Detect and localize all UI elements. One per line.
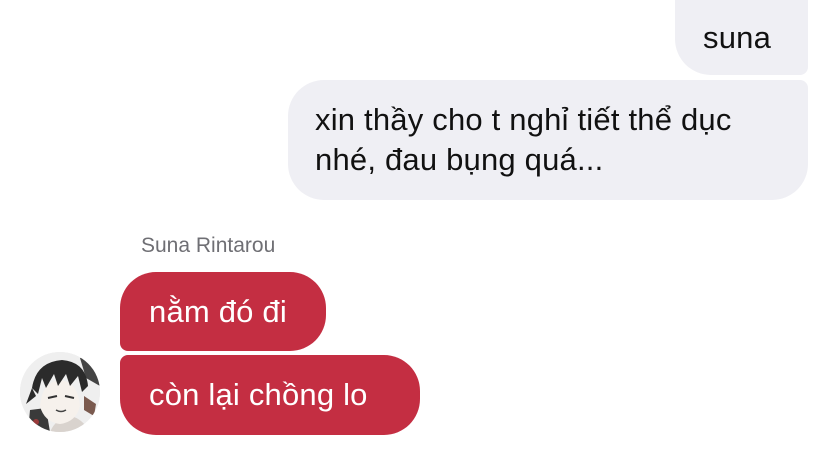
avatar[interactable]: [20, 352, 100, 432]
message-text: còn lại chồng lo: [149, 377, 368, 412]
sender-name: Suna Rintarou: [141, 234, 276, 257]
anime-character-avatar-icon: [20, 352, 100, 432]
message-bubble-incoming[interactable]: nằm đó đi: [120, 272, 326, 351]
chat-thread: suna xin thầy cho t nghỉ tiết thể dục nh…: [0, 0, 828, 455]
message-bubble-outgoing[interactable]: suna: [675, 0, 808, 75]
message-bubble-incoming[interactable]: còn lại chồng lo: [120, 355, 420, 435]
message-text: suna: [703, 20, 772, 55]
message-bubble-outgoing[interactable]: xin thầy cho t nghỉ tiết thể dục nhé, đa…: [288, 80, 808, 200]
message-text-line: xin thầy cho t nghỉ tiết thể dục: [315, 102, 732, 137]
message-text: nằm đó đi: [149, 294, 287, 329]
message-text-line: nhé, đau bụng quá...: [315, 142, 604, 177]
